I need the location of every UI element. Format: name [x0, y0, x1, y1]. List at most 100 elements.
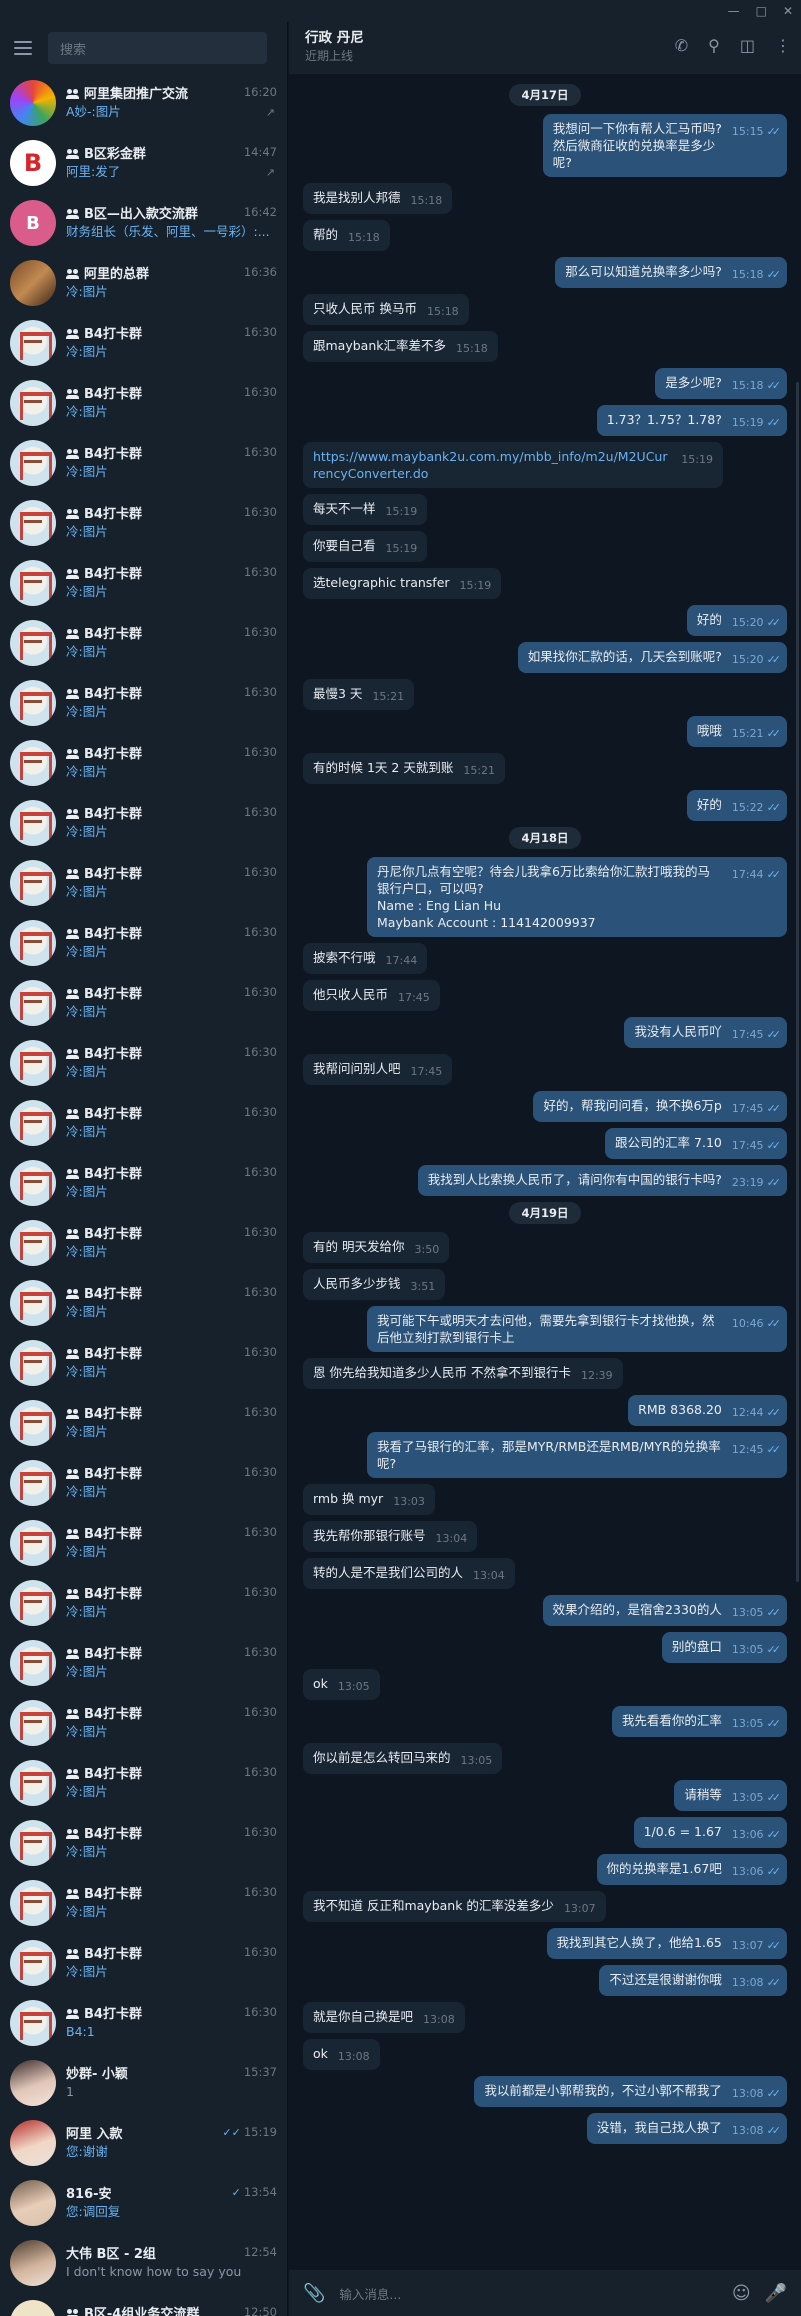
chat-list-item[interactable]: B4打卡群 16:30 冷:图片	[0, 1094, 287, 1154]
message-bubble[interactable]: 15:18 ✓✓ 是多少呢?	[655, 368, 787, 399]
incoming-message[interactable]: 13:08 就是你自己换是吧	[303, 2002, 787, 2033]
outgoing-message[interactable]: 15:20 ✓✓ 如果找你汇款的话，几天会到账呢?	[303, 642, 787, 673]
message-bubble[interactable]: 13:04 我先帮你那银行账号	[303, 1521, 478, 1552]
outgoing-message[interactable]: 13:07 ✓✓ 我找到其它人换了，他给1.65	[303, 1928, 787, 1959]
chat-list-item[interactable]: B4打卡群 16:30 冷:图片	[0, 1934, 287, 1994]
chat-list-item[interactable]: 阿里的总群 16:36 冷:图片	[0, 254, 287, 314]
incoming-message[interactable]: 17:45 他只收人民币	[303, 980, 787, 1011]
incoming-message[interactable]: 15:18 跟maybank汇率差不多	[303, 331, 787, 362]
outgoing-message[interactable]: 13:05 ✓✓ 请稍等	[303, 1780, 787, 1811]
message-bubble[interactable]: 15:18 ✓✓ 那么可以知道兑换率多少吗?	[555, 257, 787, 288]
message-bubble[interactable]: 15:20 ✓✓ 如果找你汇款的话，几天会到账呢?	[517, 642, 787, 673]
chat-list-item[interactable]: B4打卡群 16:30 冷:图片	[0, 734, 287, 794]
chat-list-item[interactable]: B4打卡群 16:30 冷:图片	[0, 1154, 287, 1214]
incoming-message[interactable]: 13:04 我先帮你那银行账号	[303, 1521, 787, 1552]
message-list[interactable]: 4月17日 15:15 ✓✓ 我想问一下你有帮人汇马币吗? 然后微商征收的兑换率是多少…	[289, 74, 801, 2270]
chat-list-item[interactable]: B4打卡群 16:30 冷:图片	[0, 914, 287, 974]
incoming-message[interactable]: 15:19 https://www.maybank2u.com.my/mbb_in…	[303, 442, 787, 488]
outgoing-message[interactable]: 17:45 ✓✓ 跟公司的汇率 7.10	[303, 1128, 787, 1159]
message-bubble[interactable]: 13:05 ok	[303, 1669, 380, 1700]
emoji-icon[interactable]: ☺	[732, 2283, 751, 2304]
message-bubble[interactable]: 13:08 ✓✓ 我以前都是小郭帮我的，不过小郭不帮我了	[474, 2076, 787, 2107]
outgoing-message[interactable]: 12:45 ✓✓ 我看了马银行的汇率，那是MYR/RMB还是RMB/MYR的兑换率呢…	[303, 1432, 787, 1478]
chat-list-item[interactable]: B4打卡群 16:30 冷:图片	[0, 1514, 287, 1574]
message-bubble[interactable]: 13:03 rmb 换 myr	[303, 1484, 435, 1515]
incoming-message[interactable]: 15:19 选telegraphic transfer	[303, 568, 787, 599]
chat-list-item[interactable]: B4打卡群 16:30 冷:图片	[0, 674, 287, 734]
message-link[interactable]: https://www.maybank2u.com.my/mbb_info/m2…	[313, 449, 668, 481]
more-options-icon[interactable]: ⋮	[775, 36, 791, 55]
message-bubble[interactable]: 12:39 恩 你先给我知道多少人民币 不然拿不到银行卡	[303, 1358, 623, 1389]
message-bubble[interactable]: 17:44 ✓✓ 丹尼你几点有空呢？待会儿我拿6万比索给你汇款打哦我的马银行户口，可…	[367, 857, 787, 937]
chat-list-item[interactable]: B4打卡群 16:30 冷:图片	[0, 374, 287, 434]
outgoing-message[interactable]: 13:05 ✓✓ 效果介绍的，是宿舍2330的人	[303, 1595, 787, 1626]
incoming-message[interactable]: 15:18 我是找别人邦德	[303, 183, 787, 214]
chat-list-item[interactable]: B4打卡群 16:30 冷:图片	[0, 1334, 287, 1394]
message-bubble[interactable]: 15:21 最慢3 天	[303, 679, 415, 710]
chat-list-item[interactable]: 816-安 ✓ 13:54 您:调回复	[0, 2174, 287, 2234]
message-bubble[interactable]: 17:45 ✓✓ 跟公司的汇率 7.10	[605, 1128, 787, 1159]
outgoing-message[interactable]: 13:05 ✓✓ 我先看看你的汇率	[303, 1706, 787, 1737]
chat-list-item[interactable]: B4打卡群 16:30 冷:图片	[0, 1694, 287, 1754]
outgoing-message[interactable]: 15:18 ✓✓ 是多少呢?	[303, 368, 787, 399]
phone-icon[interactable]: ✆	[675, 36, 688, 55]
incoming-message[interactable]: 13:08 ok	[303, 2039, 787, 2070]
incoming-message[interactable]: 15:19 每天不一样	[303, 494, 787, 525]
outgoing-message[interactable]: 17:45 ✓✓ 好的，帮我问问看，换不换6万p	[303, 1091, 787, 1122]
message-bubble[interactable]: 15:22 ✓✓ 好的	[686, 790, 787, 821]
chat-list-item[interactable]: B4打卡群 16:30 冷:图片	[0, 314, 287, 374]
outgoing-message[interactable]: 23:19 ✓✓ 我找到人比索换人民币了，请问你有中国的银行卡吗?	[303, 1165, 787, 1196]
message-bubble[interactable]: 3:51 人民币多少步钱	[303, 1269, 446, 1300]
message-bubble[interactable]: 15:18 帮的	[303, 220, 390, 251]
message-bubble[interactable]: 3:50 有的 明天发给你	[303, 1232, 450, 1263]
outgoing-message[interactable]: 13:05 ✓✓ 别的盘口	[303, 1632, 787, 1663]
outgoing-message[interactable]: 15:19 ✓✓ 1.73？1.75？1.78?	[303, 405, 787, 436]
chat-list-item[interactable]: B4打卡群 16:30 冷:图片	[0, 1034, 287, 1094]
chat-list-item[interactable]: B4打卡群 16:30 冷:图片	[0, 1214, 287, 1274]
message-bubble[interactable]: 13:05 ✓✓ 别的盘口	[661, 1632, 787, 1663]
chat-list-item[interactable]: B4打卡群 16:30 冷:图片	[0, 1394, 287, 1454]
incoming-message[interactable]: 17:44 披索不行哦	[303, 943, 787, 974]
chat-list-item[interactable]: B4打卡群 16:30 冷:图片	[0, 1754, 287, 1814]
incoming-message[interactable]: 12:39 恩 你先给我知道多少人民币 不然拿不到银行卡	[303, 1358, 787, 1389]
message-bubble[interactable]: 13:05 你以前是怎么转回马来的	[303, 1743, 503, 1774]
outgoing-message[interactable]: 15:21 ✓✓ 哦哦	[303, 716, 787, 747]
search-input[interactable]: 搜索	[48, 32, 267, 64]
outgoing-message[interactable]: 15:15 ✓✓ 我想问一下你有帮人汇马币吗? 然后微商征收的兑换率是多少呢?	[303, 114, 787, 177]
message-bubble[interactable]: 17:45 他只收人民币	[303, 980, 440, 1011]
message-bubble[interactable]: 13:07 我不知道 反正和maybank 的汇率没差多少	[303, 1891, 606, 1922]
incoming-message[interactable]: 13:03 rmb 换 myr	[303, 1484, 787, 1515]
chat-list-item[interactable]: B4打卡群 16:30 冷:图片	[0, 1634, 287, 1694]
message-bubble[interactable]: 15:19 ✓✓ 1.73？1.75？1.78?	[596, 405, 787, 436]
chat-list-item[interactable]: B4打卡群 16:30 冷:图片	[0, 434, 287, 494]
sidebar-toggle-icon[interactable]: ◫	[740, 36, 755, 55]
chat-list-item[interactable]: B B区—出入款交流群 16:42 财务组长（乐发、阿里、一号彩）:...	[0, 194, 287, 254]
chat-list-item[interactable]: B4打卡群 16:30 冷:图片	[0, 1574, 287, 1634]
message-bubble[interactable]: 13:08 ✓✓ 不过还是很谢谢你哦	[599, 1965, 787, 1996]
incoming-message[interactable]: 15:18 只收人民币 换马币	[303, 294, 787, 325]
outgoing-message[interactable]: 17:44 ✓✓ 丹尼你几点有空呢？待会儿我拿6万比索给你汇款打哦我的马银行户口，可…	[303, 857, 787, 937]
outgoing-message[interactable]: 13:08 ✓✓ 没错，我自己找人换了	[303, 2113, 787, 2144]
incoming-message[interactable]: 3:50 有的 明天发给你	[303, 1232, 787, 1263]
chat-list-item[interactable]: B4打卡群 16:30 冷:图片	[0, 1454, 287, 1514]
message-bubble[interactable]: 15:18 只收人民币 换马币	[303, 294, 469, 325]
message-bubble[interactable]: 15:21 ✓✓ 哦哦	[686, 716, 787, 747]
message-bubble[interactable]: 23:19 ✓✓ 我找到人比索换人民币了，请问你有中国的银行卡吗?	[417, 1165, 787, 1196]
chat-list-item[interactable]: B4打卡群 16:30 冷:图片	[0, 1874, 287, 1934]
chat-list-item[interactable]: B4打卡群 16:30 B4:1	[0, 1994, 287, 2054]
outgoing-message[interactable]: 13:08 ✓✓ 我以前都是小郭帮我的，不过小郭不帮我了	[303, 2076, 787, 2107]
close-icon[interactable]: ✕	[783, 4, 793, 18]
incoming-message[interactable]: 13:04 转的人是不是我们公司的人	[303, 1558, 787, 1589]
chat-list-item[interactable]: B4打卡群 16:30 冷:图片	[0, 974, 287, 1034]
incoming-message[interactable]: 15:21 有的时候 1天 2 天就到账	[303, 753, 787, 784]
message-bubble[interactable]: 17:44 披索不行哦	[303, 943, 428, 974]
message-bubble[interactable]: 15:19 https://www.maybank2u.com.my/mbb_in…	[303, 442, 723, 488]
chat-list-item[interactable]: 阿里集团推广交流 16:20 A妙-:图片 ↗	[0, 74, 287, 134]
message-bubble[interactable]: 13:08 ✓✓ 没错，我自己找人换了	[586, 2113, 787, 2144]
incoming-message[interactable]: 13:07 我不知道 反正和maybank 的汇率没差多少	[303, 1891, 787, 1922]
message-bubble[interactable]: 15:18 跟maybank汇率差不多	[303, 331, 498, 362]
outgoing-message[interactable]: 15:18 ✓✓ 那么可以知道兑换率多少吗?	[303, 257, 787, 288]
message-bubble[interactable]: 15:18 我是找别人邦德	[303, 183, 453, 214]
incoming-message[interactable]: 15:18 帮的	[303, 220, 787, 251]
message-bubble[interactable]: 15:19 每天不一样	[303, 494, 428, 525]
